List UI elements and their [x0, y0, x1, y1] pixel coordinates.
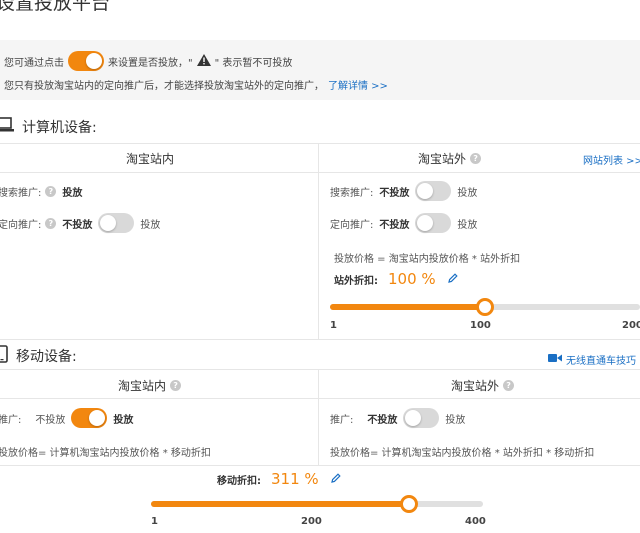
- help-icon[interactable]: ?: [45, 186, 57, 197]
- notice-line1-prefix: 您可通过点击: [4, 57, 64, 69]
- outside-discount-slider[interactable]: [330, 298, 640, 316]
- mobile-discount-value: 311 %: [271, 470, 319, 488]
- mobile-inside-title: 淘宝站内 ?: [118, 377, 182, 394]
- slider-thumb[interactable]: [400, 495, 419, 513]
- mobile-inside-formula: 投放价格= 计算机淘宝站内投放价格 * 移动折扣: [0, 448, 211, 459]
- computer-outside-target-row: 定向推广: 不投放 投放: [330, 213, 477, 233]
- notice-line1-suffix: " 表示暂不可投放: [214, 57, 293, 69]
- computer-inside-target-row: 定向推广: ? 不投放 投放: [0, 213, 160, 233]
- notice-line1-middle: 来设置是否投放，": [108, 57, 193, 69]
- notice-bar: 您可通过点击 来设置是否投放，" " 表示暂不可投放 您只有投放淘宝站内的定向推…: [0, 40, 640, 100]
- computer-outside-search-row: 搜索推广: 不投放 投放: [330, 181, 477, 201]
- laptop-icon: [0, 117, 14, 137]
- computer-inside-target-toggle[interactable]: [98, 213, 135, 233]
- computer-outside-formula: 投放价格 = 淘宝站内投放价格 * 站外折扣: [334, 254, 521, 265]
- slider-fill: [151, 501, 410, 507]
- computer-outside-target-toggle[interactable]: [415, 213, 452, 233]
- slider-tick: 200: [301, 516, 322, 527]
- mobile-outside-formula: 投放价格= 计算机淘宝站内投放价格 * 站外折扣 * 移动折扣: [330, 448, 595, 459]
- site-list-link[interactable]: 网站列表 >>: [583, 152, 640, 167]
- pencil-icon[interactable]: [447, 272, 458, 286]
- help-icon[interactable]: ?: [45, 217, 57, 229]
- help-icon[interactable]: ?: [170, 380, 182, 391]
- slider-tick: 1: [330, 320, 337, 331]
- mobile-video-link[interactable]: 无线直通车技巧: [548, 352, 636, 367]
- mobile-outside-promo-toggle[interactable]: [403, 408, 440, 428]
- computer-section-title: 计算机设备:: [22, 120, 97, 136]
- warning-icon: [196, 53, 211, 69]
- notice-line2-text: 您只有投放淘宝站内的定向推广后，才能选择投放淘宝站外的定向推广，: [4, 81, 324, 92]
- outside-discount-value: 100 %: [388, 270, 436, 288]
- slider-tick: 100: [470, 320, 491, 331]
- computer-outside-search-toggle[interactable]: [415, 181, 452, 201]
- mobile-section-header: 移动设备:: [0, 345, 77, 367]
- notice-line-1: 您可通过点击 来设置是否投放，" " 表示暂不可投放: [4, 51, 292, 71]
- video-camera-icon: [548, 353, 562, 366]
- computer-inside-search-row: 搜索推广: ? 投放: [0, 184, 82, 199]
- slider-fill: [330, 304, 485, 310]
- help-icon[interactable]: ?: [470, 153, 482, 164]
- mobile-inside-promo-toggle[interactable]: [71, 408, 108, 428]
- mobile-outside-promo-row: 推广: 不投放 投放: [330, 408, 465, 428]
- phone-icon: [0, 345, 8, 367]
- computer-section-header: 计算机设备:: [0, 117, 97, 137]
- computer-outside-title: 淘宝站外 ?: [418, 150, 482, 167]
- notice-line-2: 您只有投放淘宝站内的定向推广后，才能选择投放淘宝站外的定向推广， 了解详情 >>: [4, 77, 388, 92]
- mobile-section-title: 移动设备:: [16, 349, 77, 365]
- outside-discount: 站外折扣: 100 %: [334, 270, 458, 288]
- mobile-inside-promo-row: 推广: 不投放 投放: [0, 408, 133, 428]
- slider-tick: 200: [622, 320, 640, 331]
- slider-tick: 400: [465, 516, 486, 527]
- computer-inside-title: 淘宝站内: [126, 152, 175, 166]
- computer-inside-search-value: 投放: [62, 188, 83, 199]
- help-icon[interactable]: ?: [503, 380, 515, 391]
- mobile-discount-slider[interactable]: [151, 495, 483, 513]
- example-toggle: [68, 51, 104, 71]
- page-title: 设置投放平台: [0, 0, 111, 14]
- slider-tick: 1: [151, 516, 158, 527]
- mobile-outside-title: 淘宝站外 ?: [451, 377, 515, 394]
- learn-more-link[interactable]: 了解详情 >>: [328, 77, 388, 92]
- mobile-discount: 移动折扣: 311 %: [217, 470, 341, 488]
- slider-thumb[interactable]: [476, 298, 494, 316]
- pencil-icon[interactable]: [330, 472, 341, 486]
